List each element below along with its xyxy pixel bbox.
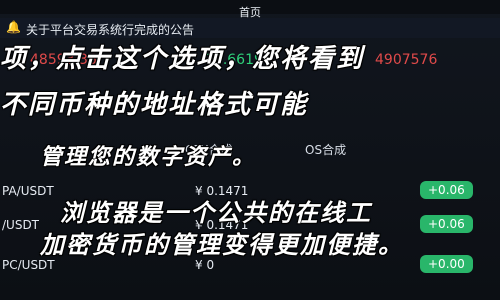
change-badge-3[interactable]: +0.00 <box>420 255 473 273</box>
announcement-text: 关于平台交易系统行完成的公告 <box>26 23 195 37</box>
app-screen: 首页 🔔 关于平台交易系统行完成的公告 48593.36 10.6619 490… <box>0 0 500 300</box>
tab-os[interactable]: OS合成 <box>295 140 356 160</box>
overlay-text-3: 管理您的数字资产。 <box>40 144 257 170</box>
announcement-bar[interactable]: 🔔 关于平台交易系统行完成的公告 <box>0 18 500 38</box>
bell-icon: 🔔 <box>6 20 21 34</box>
pair-label-3: PC/USDT <box>2 258 55 272</box>
pair-label-2: /USDT <box>2 218 40 232</box>
market-figure-3: 4907576 <box>375 52 438 68</box>
overlay-text-5: 加密货币的管理变得更加便捷。 <box>40 230 404 259</box>
change-badge-1[interactable]: +0.06 <box>420 181 473 199</box>
pair-label-1: PA/USDT <box>2 184 54 198</box>
overlay-text-4: 浏览器是一个公共的在线工 <box>60 198 372 227</box>
tab-label: OS合成 <box>305 143 347 157</box>
price-3: ¥ 0 <box>195 258 215 272</box>
change-badge-2[interactable]: +0.06 <box>420 215 473 233</box>
overlay-text-2: 不同币种的地址格式可能 <box>0 90 309 120</box>
overlay-text-1: 项，点击这个选项，您将看到 <box>0 44 365 74</box>
